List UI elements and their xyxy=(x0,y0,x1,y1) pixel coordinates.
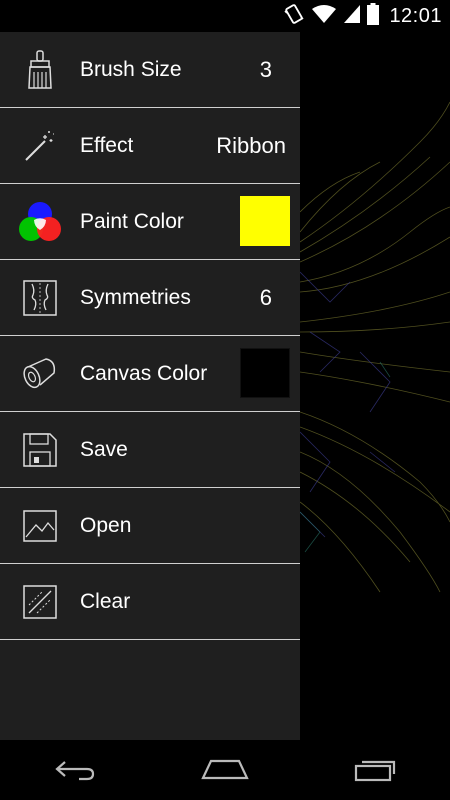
menu-item-brush-size[interactable]: Brush Size 3 xyxy=(0,32,300,108)
canvas-roll-icon xyxy=(0,336,80,412)
menu-item-canvas-color[interactable]: Canvas Color xyxy=(0,336,300,412)
symmetry-face-icon xyxy=(0,260,80,336)
system-nav-bar xyxy=(0,740,450,800)
ribbon-artwork xyxy=(299,101,450,593)
drawing-canvas[interactable] xyxy=(299,32,450,740)
menu-label-clear: Clear xyxy=(80,589,131,613)
menu-item-clear[interactable]: Clear xyxy=(0,564,300,640)
recents-icon[interactable] xyxy=(330,740,420,800)
menu-item-symmetries[interactable]: Symmetries 6 xyxy=(0,260,300,336)
wifi-icon xyxy=(311,4,337,29)
status-icons: 12:01 xyxy=(283,2,442,30)
menu-label-open: Open xyxy=(80,513,132,537)
brush-size-value: 3 xyxy=(259,56,272,82)
menu-item-paint-color[interactable]: Paint Color xyxy=(0,184,300,260)
home-icon[interactable] xyxy=(180,740,270,800)
paintbrush-icon xyxy=(0,32,80,108)
clear-frame-icon xyxy=(0,564,80,640)
picture-icon xyxy=(0,488,80,564)
magic-wand-icon xyxy=(0,108,80,184)
status-bar: 12:01 xyxy=(0,0,450,32)
battery-icon xyxy=(367,2,380,30)
floppy-disk-icon xyxy=(0,412,80,488)
rgb-circles-icon xyxy=(0,184,80,260)
canvas-color-swatch xyxy=(240,348,290,398)
menu-item-open[interactable]: Open xyxy=(0,488,300,564)
back-icon[interactable] xyxy=(30,740,120,800)
signal-icon xyxy=(343,4,361,29)
navigation-drawer: Brush Size 3 Effect Ribbon Paint Color S… xyxy=(0,32,300,740)
paint-color-swatch xyxy=(240,196,290,246)
menu-item-save[interactable]: Save xyxy=(0,412,300,488)
status-time: 12:01 xyxy=(389,4,442,27)
menu-item-effect[interactable]: Effect Ribbon xyxy=(0,108,300,184)
vibrate-icon xyxy=(283,3,305,30)
symmetries-value: 6 xyxy=(259,284,272,310)
menu-label-save: Save xyxy=(80,437,128,461)
effect-value: Ribbon xyxy=(216,132,286,158)
